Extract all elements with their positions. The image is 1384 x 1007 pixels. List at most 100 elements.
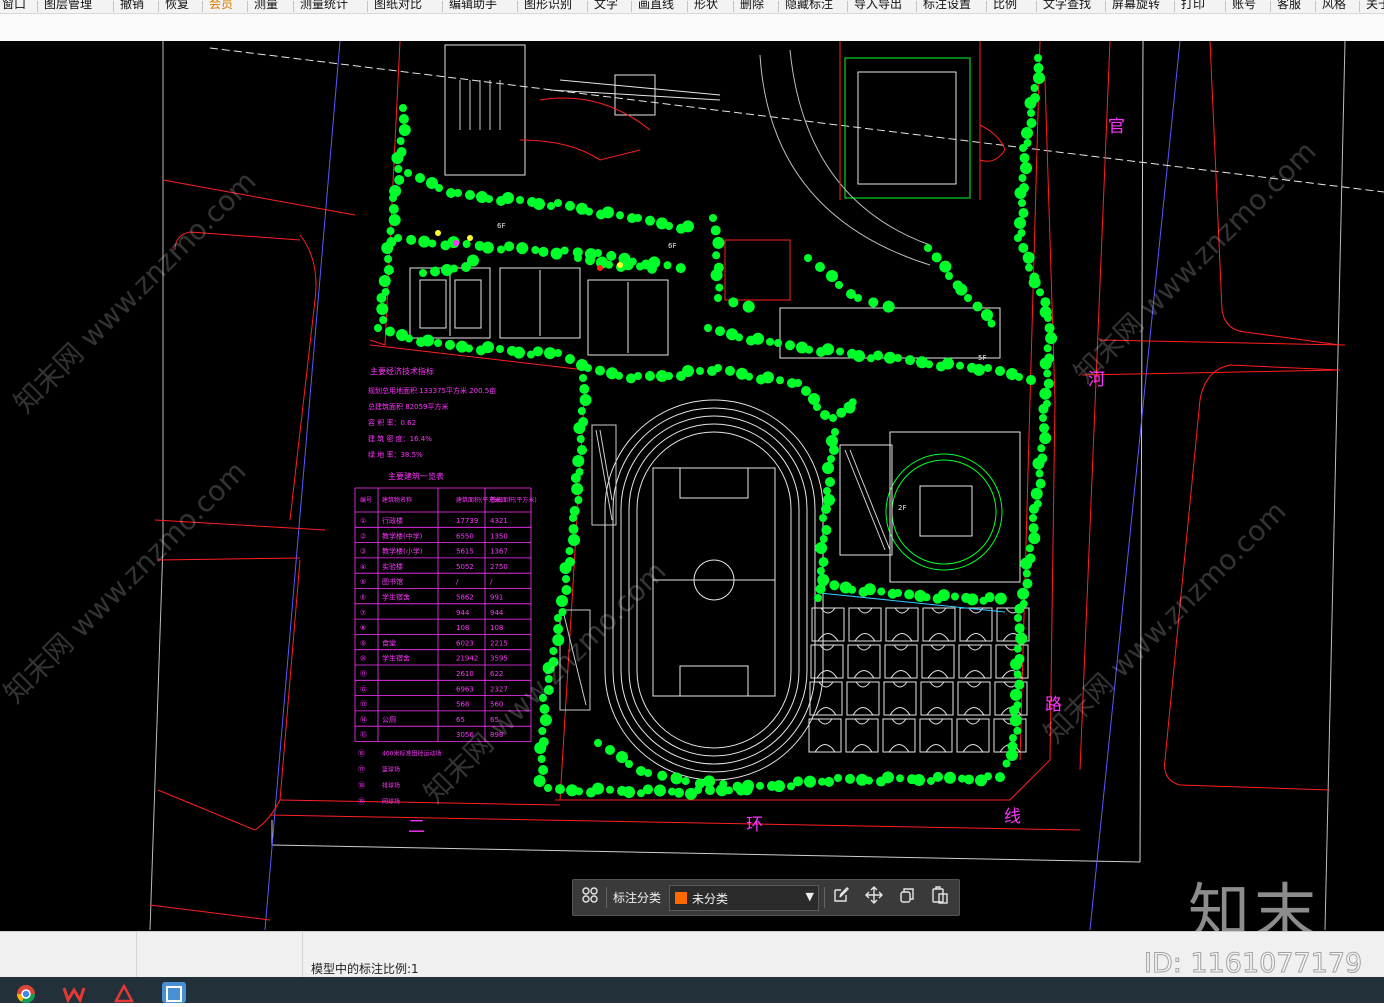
- menu-item[interactable]: 窗口: [2, 0, 26, 11]
- menu-item[interactable]: 屏幕旋转: [1112, 0, 1160, 11]
- table-cell: 教学楼(小学): [382, 547, 423, 556]
- menu-item[interactable]: 图纸对比: [374, 0, 422, 11]
- drawing-canvas[interactable]: 官 河 路 二 环 线 6F 6F 5F 2F 主要经济技术指标 规划总用地面积…: [0, 41, 1384, 931]
- road-char: 二: [408, 817, 425, 837]
- wps-icon[interactable]: [62, 982, 86, 1004]
- svg-text:5F: 5F: [978, 354, 986, 362]
- table-cell: ⑩: [360, 655, 366, 663]
- table-cell: /: [456, 578, 459, 586]
- table-cell: 6023: [456, 639, 474, 647]
- menu-item[interactable]: 打印: [1181, 0, 1205, 11]
- menu-item[interactable]: 图形识别: [524, 0, 572, 11]
- menu-item[interactable]: 会员: [209, 0, 233, 11]
- table-cell: ⑯: [358, 750, 365, 758]
- tree-clusters: [374, 54, 1058, 800]
- road-char: 官: [1108, 117, 1125, 137]
- table-cell: 944: [456, 609, 470, 617]
- menu-item[interactable]: 撤销: [120, 0, 144, 11]
- menu-item[interactable]: 关于: [1366, 0, 1384, 11]
- annotation-toolbar: 标注分类 未分类 ▼: [572, 879, 960, 916]
- table-cell: 622: [490, 670, 503, 678]
- menu-item[interactable]: 编辑助手: [449, 0, 497, 11]
- edit-icon[interactable]: [830, 886, 852, 908]
- table-cell: ⑰: [358, 766, 365, 774]
- menu-item[interactable]: 测量统计: [300, 0, 348, 11]
- site-boundary-left: [149, 41, 164, 931]
- site-boundary-right-inner: [1139, 41, 1144, 863]
- arena: [839, 431, 1021, 583]
- copy-icon[interactable]: [896, 886, 918, 908]
- category-select[interactable]: 未分类 ▼: [669, 885, 819, 911]
- table-cell: 568: [456, 701, 469, 709]
- menu-item[interactable]: 导入导出: [854, 0, 902, 11]
- table-cell: 5052: [456, 563, 474, 571]
- table-cell: 图书馆: [382, 577, 403, 586]
- table-cell: 6550: [456, 532, 474, 540]
- menu-item[interactable]: 形状: [694, 0, 718, 11]
- table-cell: 编号: [360, 496, 372, 504]
- menu-item[interactable]: 文字查找: [1043, 0, 1091, 11]
- table-cell: ⑤: [360, 578, 366, 586]
- table-cell: 2750: [490, 563, 508, 571]
- menu-item[interactable]: 风格: [1322, 0, 1346, 11]
- menu-item[interactable]: 文字: [594, 0, 618, 11]
- table-cell: 2215: [490, 639, 508, 647]
- table-cell: 实验楼: [382, 562, 403, 571]
- menu-item[interactable]: 隐藏标注: [785, 0, 833, 11]
- indicator-block: 主要经济技术指标 规划总用地面积 133375平方米 200.5亩 总建筑面积 …: [368, 366, 496, 481]
- table-cell: ⑥: [360, 594, 366, 602]
- watermark-id: ID: 1161077179: [1143, 948, 1363, 980]
- menu-item[interactable]: 删除: [740, 0, 764, 11]
- chrome-icon[interactable]: [14, 982, 38, 1004]
- status-scale-text: 模型中的标注比例:1: [311, 962, 419, 976]
- svg-text:容 积 率：0.62: 容 积 率：0.62: [368, 418, 416, 427]
- menu-item[interactable]: 画直线: [638, 0, 674, 11]
- table-cell: 5615: [456, 548, 474, 556]
- table-cell: 食堂: [382, 638, 396, 647]
- category-label: 标注分类: [613, 891, 662, 905]
- table-cell: 21942: [456, 655, 478, 663]
- table-cell: 教学楼(中学): [382, 531, 423, 540]
- table-cell: 6963: [456, 685, 474, 693]
- basketball-courts: [808, 592, 1030, 753]
- table-title: 主要建筑一览表: [388, 471, 444, 481]
- menu-item[interactable]: 客服: [1277, 0, 1301, 11]
- category-value: 未分类: [692, 892, 729, 906]
- move-icon[interactable]: [863, 886, 885, 908]
- menu-item[interactable]: 测量: [254, 0, 278, 11]
- table-cell: ⑲: [358, 798, 365, 806]
- toolbar-strip: [0, 14, 1384, 41]
- axis-line-left: [264, 41, 341, 931]
- table-cell: 991: [490, 594, 503, 602]
- svg-text:6F: 6F: [497, 222, 505, 230]
- table-cell: /: [490, 578, 493, 586]
- menu-item[interactable]: 恢复: [165, 0, 189, 11]
- table-cell: 公厕: [382, 716, 396, 724]
- table-cell: ⑦: [360, 609, 366, 617]
- axis-line-right: [1089, 41, 1181, 931]
- road-char: 线: [1004, 807, 1021, 827]
- grid-icon[interactable]: [579, 886, 601, 908]
- menu-item[interactable]: 账号: [1232, 0, 1256, 11]
- acrobat-icon[interactable]: [112, 982, 136, 1003]
- cad-viewer-icon[interactable]: [162, 982, 186, 1003]
- category-color-swatch: [675, 892, 687, 904]
- table-cell: 建筑物名称: [382, 496, 412, 504]
- table-cell: 基底面积(平方米): [490, 496, 537, 504]
- dashed-reference-line: [209, 47, 1384, 193]
- table-cell: ⑮: [360, 731, 367, 739]
- table-cell: 篮球场: [382, 766, 400, 774]
- chevron-down-icon: ▼: [805, 890, 814, 903]
- paste-icon[interactable]: [929, 886, 951, 908]
- table-cell: 5862: [456, 594, 474, 602]
- table-cell: 学生宿舍: [382, 654, 410, 663]
- menu-item[interactable]: 比例: [993, 0, 1017, 11]
- menu-item[interactable]: 标注设置: [923, 0, 971, 11]
- table-cell: ⑫: [360, 685, 367, 693]
- table-cell: ⑧: [360, 624, 366, 632]
- menu-item[interactable]: 图层管理: [44, 0, 92, 11]
- svg-text:建 筑 密 度：16.4%: 建 筑 密 度：16.4%: [368, 434, 432, 443]
- table-cell: 网球场: [382, 798, 400, 806]
- table-cell: 4321: [490, 517, 508, 525]
- table-cell: 1367: [490, 548, 508, 556]
